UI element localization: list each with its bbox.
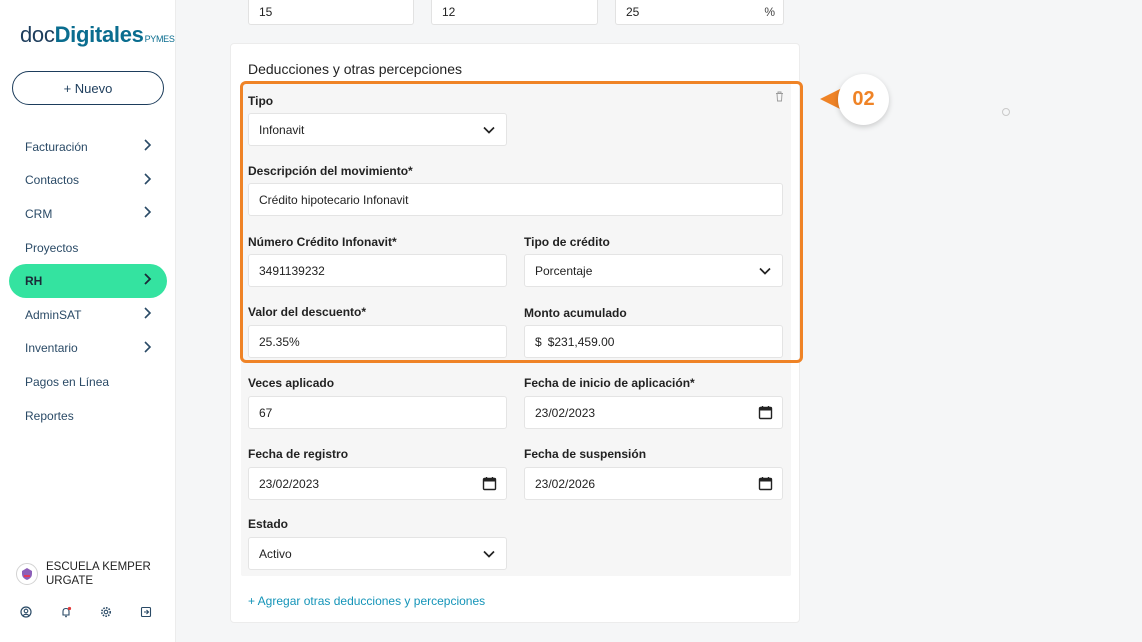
chevron-right-icon: [144, 307, 152, 319]
fecha-suspension-value: 23/02/2026: [535, 476, 596, 491]
field-value: 12: [442, 5, 456, 19]
new-button[interactable]: + Nuevo: [12, 71, 164, 105]
fecha-suspension-label: Fecha de suspensión: [524, 447, 647, 461]
add-deduction-link[interactable]: + Agregar otras deducciones y percepcion…: [248, 594, 485, 608]
gear-icon[interactable]: [98, 604, 114, 620]
sidebar-item-adminsat[interactable]: AdminSAT: [0, 298, 176, 332]
sidebar-footer-icons: [18, 604, 154, 620]
sidebar-item-label: Proyectos: [25, 240, 79, 255]
org-switcher[interactable]: ESCUELA KEMPER URGATE: [16, 560, 166, 588]
sidebar-item-rh[interactable]: RH: [9, 264, 167, 298]
sidebar-nav: Facturación Contactos CRM Proyectos RH A…: [0, 130, 176, 432]
veces-aplicado-label: Veces aplicado: [248, 376, 335, 390]
fecha-registro-label: Fecha de registro: [248, 447, 349, 461]
fecha-suspension-input[interactable]: 23/02/2026: [524, 467, 783, 500]
fecha-registro-input[interactable]: 23/02/2023: [248, 467, 507, 500]
calendar-icon[interactable]: [482, 476, 497, 491]
top-field-1[interactable]: 15: [248, 0, 414, 25]
section-title: Deducciones y otras percepciones: [248, 61, 463, 77]
tutorial-highlight: [240, 81, 803, 363]
top-field-3[interactable]: 25%: [615, 0, 784, 25]
sidebar-item-label: AdminSAT: [25, 307, 82, 322]
sidebar-item-label: Reportes: [25, 408, 74, 423]
sidebar: docDigitalesPYMES + Nuevo Facturación Co…: [0, 0, 176, 642]
logo-doc: doc: [20, 22, 55, 47]
sidebar-item-reportes[interactable]: Reportes: [0, 399, 176, 433]
chevron-right-icon: [144, 173, 152, 185]
estado-value: Activo: [259, 546, 292, 561]
veces-aplicado-input[interactable]: 67: [248, 396, 507, 429]
top-field-2[interactable]: 12: [431, 0, 598, 25]
chevron-right-icon: [144, 340, 152, 353]
field-value: 25: [626, 5, 640, 19]
sidebar-item-label: Contactos: [25, 173, 80, 188]
sidebar-item-label: CRM: [25, 206, 53, 221]
sidebar-item-label: Inventario: [25, 341, 78, 356]
sidebar-item-label: Pagos en Línea: [25, 374, 110, 389]
org-avatar: [16, 563, 38, 585]
brand-logo[interactable]: docDigitalesPYMES: [20, 22, 175, 48]
sidebar-item-proyectos[interactable]: Proyectos: [0, 231, 176, 265]
calendar-icon[interactable]: [758, 405, 773, 420]
sidebar-item-facturacion[interactable]: Facturación: [0, 130, 176, 164]
veces-aplicado-value: 67: [259, 405, 273, 420]
calendar-icon[interactable]: [758, 476, 773, 491]
field-value: 15: [259, 5, 273, 19]
estado-label: Estado: [248, 517, 289, 531]
logo-digitales: Digitales: [54, 22, 144, 47]
sidebar-item-label: RH: [25, 274, 43, 289]
sidebar-item-label: Facturación: [25, 139, 88, 154]
fecha-inicio-value: 23/02/2023: [535, 405, 596, 420]
fecha-inicio-label: Fecha de inicio de aplicación*: [524, 376, 695, 390]
step-badge: 02: [838, 74, 889, 125]
fecha-inicio-input[interactable]: 23/02/2023: [524, 396, 783, 429]
org-name: ESCUELA KEMPER URGATE: [46, 561, 151, 587]
info-dot-icon: [1002, 108, 1010, 116]
school-crest-icon: [22, 568, 32, 580]
chevron-right-icon: [144, 273, 152, 286]
sidebar-item-contactos[interactable]: Contactos: [0, 164, 176, 198]
sidebar-item-pagos[interactable]: Pagos en Línea: [0, 365, 176, 399]
chevron-down-icon: [483, 550, 495, 558]
chevron-right-icon: [144, 139, 152, 151]
chevron-right-icon: [144, 206, 152, 218]
fecha-registro-value: 23/02/2023: [259, 476, 320, 491]
sidebar-item-inventario[interactable]: Inventario: [0, 332, 176, 366]
bell-icon[interactable]: [58, 604, 74, 620]
sidebar-item-crm[interactable]: CRM: [0, 197, 176, 231]
logo-pymes: PYMES: [144, 34, 175, 44]
estado-select[interactable]: Activo: [248, 537, 507, 570]
user-icon[interactable]: [18, 604, 34, 620]
percent-unit: %: [764, 5, 775, 19]
logout-icon[interactable]: [138, 604, 154, 620]
